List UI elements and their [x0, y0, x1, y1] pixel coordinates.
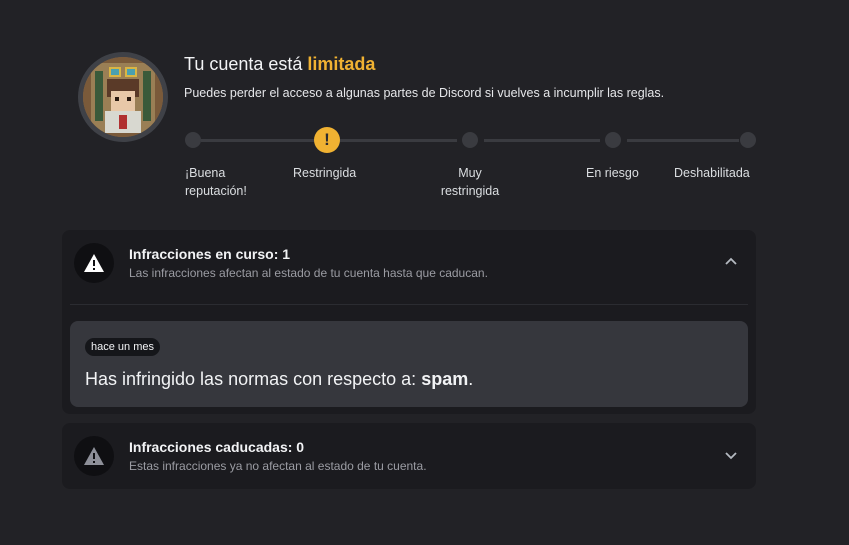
page-title: Tu cuenta está limitada — [184, 54, 375, 75]
infraction-time-badge: hace un mes — [85, 338, 160, 356]
chevron-up-icon[interactable] — [722, 252, 740, 270]
active-infractions-description: Las infracciones afectan al estado de tu… — [129, 266, 488, 280]
warning-icon — [74, 243, 114, 283]
progress-step-dot-good — [185, 132, 201, 148]
progress-step-label: Restringida — [293, 166, 357, 180]
avatar-image — [83, 57, 163, 137]
progress-track-segment — [484, 139, 600, 142]
active-infractions-card: Infracciones en curso: 1 Las infraccione… — [62, 230, 756, 414]
exclamation-icon: ! — [324, 130, 330, 149]
warning-icon — [74, 436, 114, 476]
active-infractions-title: Infracciones en curso: 1 — [129, 246, 291, 262]
progress-step-dot-at-risk — [605, 132, 621, 148]
title-prefix: Tu cuenta está — [184, 54, 303, 74]
infraction-item: hace un mes Has infringido las normas co… — [70, 321, 748, 407]
card-divider — [70, 304, 748, 305]
progress-step-dot-disabled — [740, 132, 756, 148]
page-subtitle: Puedes perder el acceso a algunas partes… — [184, 86, 665, 100]
progress-step-label: ¡Buena reputación! — [185, 166, 247, 198]
expired-infractions-description: Estas infracciones ya no afectan al esta… — [129, 459, 427, 473]
progress-step-dot-very-restricted — [462, 132, 478, 148]
avatar — [78, 52, 168, 142]
progress-step-label: Muy restringida — [440, 166, 500, 198]
progress-step-dot-restricted: ! — [314, 127, 340, 153]
infraction-reason: spam — [421, 369, 469, 389]
expired-infractions-title: Infracciones caducadas: 0 — [129, 439, 305, 455]
infraction-description: Has infringido las normas con respecto a… — [85, 369, 474, 389]
progress-track-segment — [339, 139, 457, 142]
progress-track-segment — [627, 139, 739, 142]
title-status-highlight: limitada — [307, 54, 376, 74]
progress-step-label: Deshabilitada — [674, 166, 750, 180]
chevron-down-icon[interactable] — [722, 447, 740, 465]
progress-step-label: En riesgo — [586, 166, 639, 180]
expired-infractions-card[interactable]: Infracciones caducadas: 0 Estas infracci… — [62, 423, 756, 489]
progress-track-segment — [201, 139, 317, 142]
